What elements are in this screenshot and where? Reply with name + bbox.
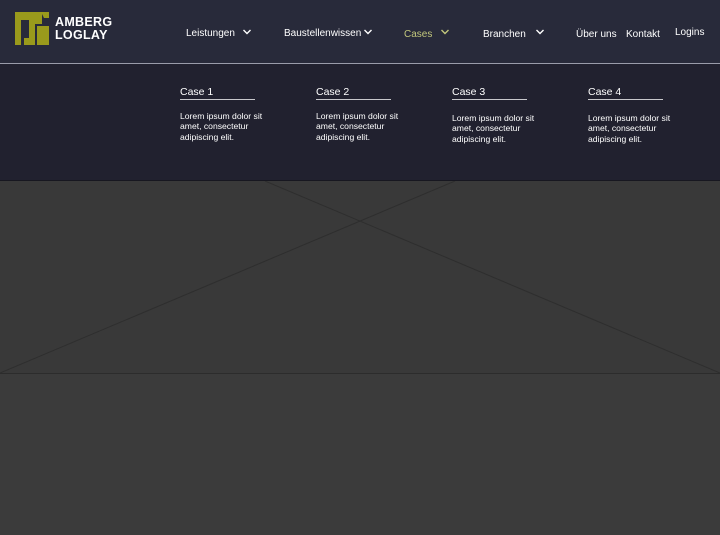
cases-dropdown-menu: Case 1 Lorem ipsum dolor sit amet, conse… <box>0 64 720 181</box>
nav-item-cases[interactable]: Cases <box>404 26 432 42</box>
case-title[interactable]: Case 2 <box>316 86 349 100</box>
chevron-down-icon[interactable] <box>440 28 450 36</box>
chevron-down-icon[interactable] <box>535 28 545 36</box>
amberg-logo-mark-icon <box>15 12 49 45</box>
nav-item-label: Cases <box>404 28 433 40</box>
chevron-down-icon[interactable] <box>363 28 373 36</box>
nav-item-branchen[interactable]: Branchen <box>483 26 526 42</box>
nav-item-label: Kontakt <box>626 28 660 40</box>
case-description: Lorem ipsum dolor sit amet, consectetur … <box>588 113 671 144</box>
nav-item-leistungen[interactable]: Leistungen <box>186 25 235 41</box>
nav-item-label: Branchen <box>483 28 526 40</box>
logins-label: Logins <box>675 26 705 38</box>
case-description: Lorem ipsum dolor sit amet, consectetur … <box>316 111 399 142</box>
image-placeholder-icon <box>0 181 720 373</box>
brand-logo[interactable]: AMBERG LOGLAY <box>15 12 115 46</box>
site-header: AMBERG LOGLAY Leistungen Baustellenwisse… <box>0 0 720 64</box>
nav-item-label: Über uns <box>576 28 617 40</box>
chevron-down-icon[interactable] <box>242 28 252 36</box>
nav-item-label: Leistungen <box>186 27 235 39</box>
brand-name-line2: LOGLAY <box>55 27 108 42</box>
nav-item-label: Baustellenwissen <box>284 27 362 39</box>
case-title[interactable]: Case 3 <box>452 86 485 100</box>
case-underline <box>316 99 391 100</box>
case-underline <box>452 99 527 100</box>
logins-link[interactable]: Logins <box>675 24 704 40</box>
nav-item-ueber-uns[interactable]: Über uns <box>576 26 617 42</box>
case-description: Lorem ipsum dolor sit amet, consectetur … <box>452 113 535 144</box>
nav-item-baustellenwissen[interactable]: Baustellenwissen <box>284 25 361 41</box>
brand-name: AMBERG LOGLAY <box>55 16 112 41</box>
case-underline <box>180 99 255 100</box>
case-description: Lorem ipsum dolor sit amet, consectetur … <box>180 111 263 142</box>
content-section <box>0 374 720 535</box>
case-underline <box>588 99 663 100</box>
case-title[interactable]: Case 1 <box>180 86 213 100</box>
brand-name-line1: AMBERG <box>55 15 113 29</box>
case-title[interactable]: Case 4 <box>588 86 621 100</box>
hero-image-placeholder <box>0 181 720 374</box>
nav-item-kontakt[interactable]: Kontakt <box>626 26 660 42</box>
